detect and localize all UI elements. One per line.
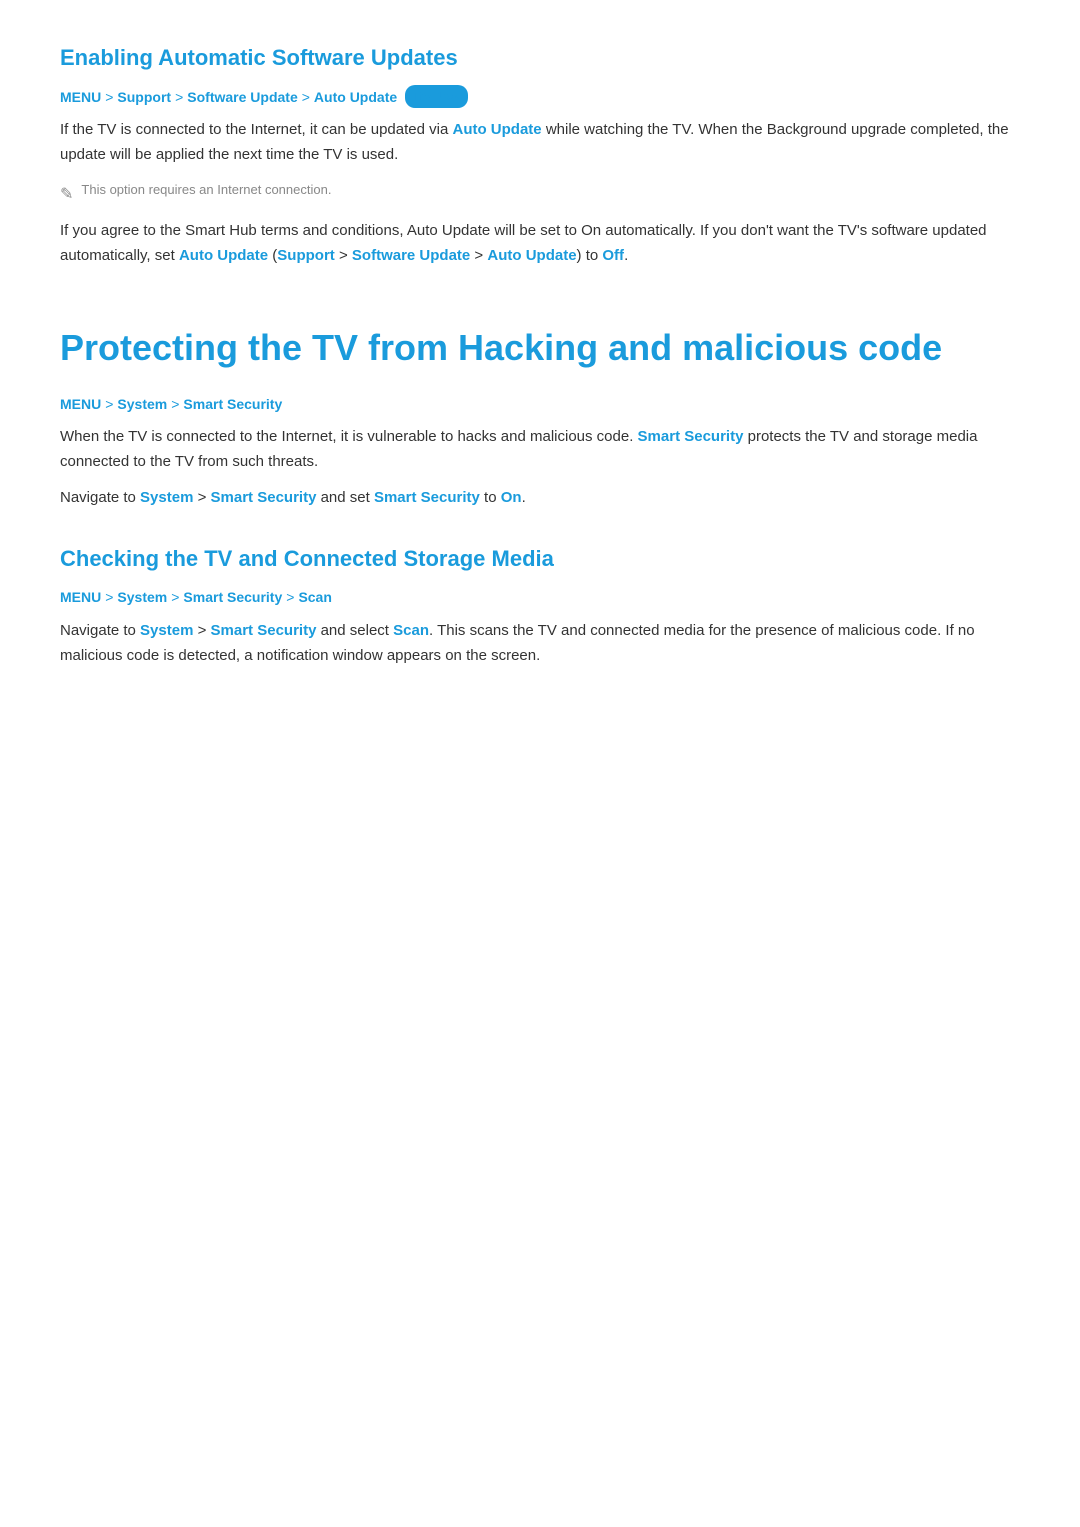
- link-software-update-2[interactable]: Software Update: [352, 247, 470, 264]
- breadcrumb-system-2[interactable]: System: [117, 586, 167, 608]
- breadcrumb-sep-4: >: [105, 393, 113, 415]
- breadcrumb-enabling: MENU > Support > Software Update > Auto …: [60, 85, 1020, 108]
- section-title-enabling: Enabling Automatic Software Updates: [60, 40, 1020, 75]
- section-checking-tv: Checking the TV and Connected Storage Me…: [60, 541, 1020, 668]
- link-system-1[interactable]: System: [140, 489, 193, 506]
- breadcrumb-scan[interactable]: Scan: [298, 586, 331, 608]
- breadcrumb-smart-security-4[interactable]: Smart Security: [183, 586, 282, 608]
- section-protecting-tv: Protecting the TV from Hacking and malic…: [60, 319, 1020, 511]
- breadcrumb-sep-3: >: [302, 86, 310, 108]
- link-off[interactable]: Off: [602, 247, 624, 264]
- link-support-2[interactable]: Support: [277, 247, 335, 264]
- enabling-para-2: If you agree to the Smart Hub terms and …: [60, 219, 1020, 269]
- breadcrumb-smart-security-1[interactable]: Smart Security: [183, 393, 282, 415]
- link-auto-update-2[interactable]: Auto Update: [179, 247, 268, 264]
- link-auto-update-3[interactable]: Auto Update: [487, 247, 576, 264]
- breadcrumb-auto-update[interactable]: Auto Update: [314, 86, 397, 108]
- link-smart-security-3[interactable]: Smart Security: [374, 489, 480, 506]
- checking-para-1: Navigate to System > Smart Security and …: [60, 619, 1020, 669]
- breadcrumb-system-1[interactable]: System: [117, 393, 167, 415]
- note-text: This option requires an Internet connect…: [81, 180, 331, 201]
- breadcrumb-menu-2[interactable]: MENU: [60, 393, 101, 415]
- protecting-para-1: When the TV is connected to the Internet…: [60, 425, 1020, 475]
- breadcrumb-protecting: MENU > System > Smart Security: [60, 393, 1020, 415]
- breadcrumb-sep-2: >: [175, 86, 183, 108]
- breadcrumb-sep-7: >: [171, 586, 179, 608]
- section-title-protecting: Protecting the TV from Hacking and malic…: [60, 319, 1020, 377]
- breadcrumb-sep-8: >: [286, 586, 294, 608]
- breadcrumb-sep-1: >: [105, 86, 113, 108]
- protecting-para-2: Navigate to System > Smart Security and …: [60, 486, 1020, 511]
- try-now-badge[interactable]: Try Now: [405, 85, 468, 108]
- link-system-2[interactable]: System: [140, 622, 193, 639]
- breadcrumb-sep-5: >: [171, 393, 179, 415]
- link-on[interactable]: On: [501, 489, 522, 506]
- breadcrumb-software-update[interactable]: Software Update: [187, 86, 297, 108]
- breadcrumb-checking: MENU > System > Smart Security > Scan: [60, 586, 1020, 608]
- note-internet-connection: ✎ This option requires an Internet conne…: [60, 180, 1020, 208]
- breadcrumb-sep-6: >: [105, 586, 113, 608]
- pencil-icon: ✎: [60, 182, 73, 208]
- breadcrumb-menu-3[interactable]: MENU: [60, 586, 101, 608]
- enabling-para-1: If the TV is connected to the Internet, …: [60, 118, 1020, 168]
- link-smart-security-5[interactable]: Smart Security: [211, 622, 317, 639]
- link-smart-security-2[interactable]: Smart Security: [211, 489, 317, 506]
- link-smart-security-1[interactable]: Smart Security: [638, 428, 744, 445]
- breadcrumb-support[interactable]: Support: [117, 86, 171, 108]
- section-enabling-auto-updates: Enabling Automatic Software Updates MENU…: [60, 40, 1020, 269]
- link-scan[interactable]: Scan: [393, 622, 429, 639]
- section-title-checking: Checking the TV and Connected Storage Me…: [60, 541, 1020, 576]
- link-auto-update-1[interactable]: Auto Update: [452, 121, 541, 138]
- breadcrumb-menu[interactable]: MENU: [60, 86, 101, 108]
